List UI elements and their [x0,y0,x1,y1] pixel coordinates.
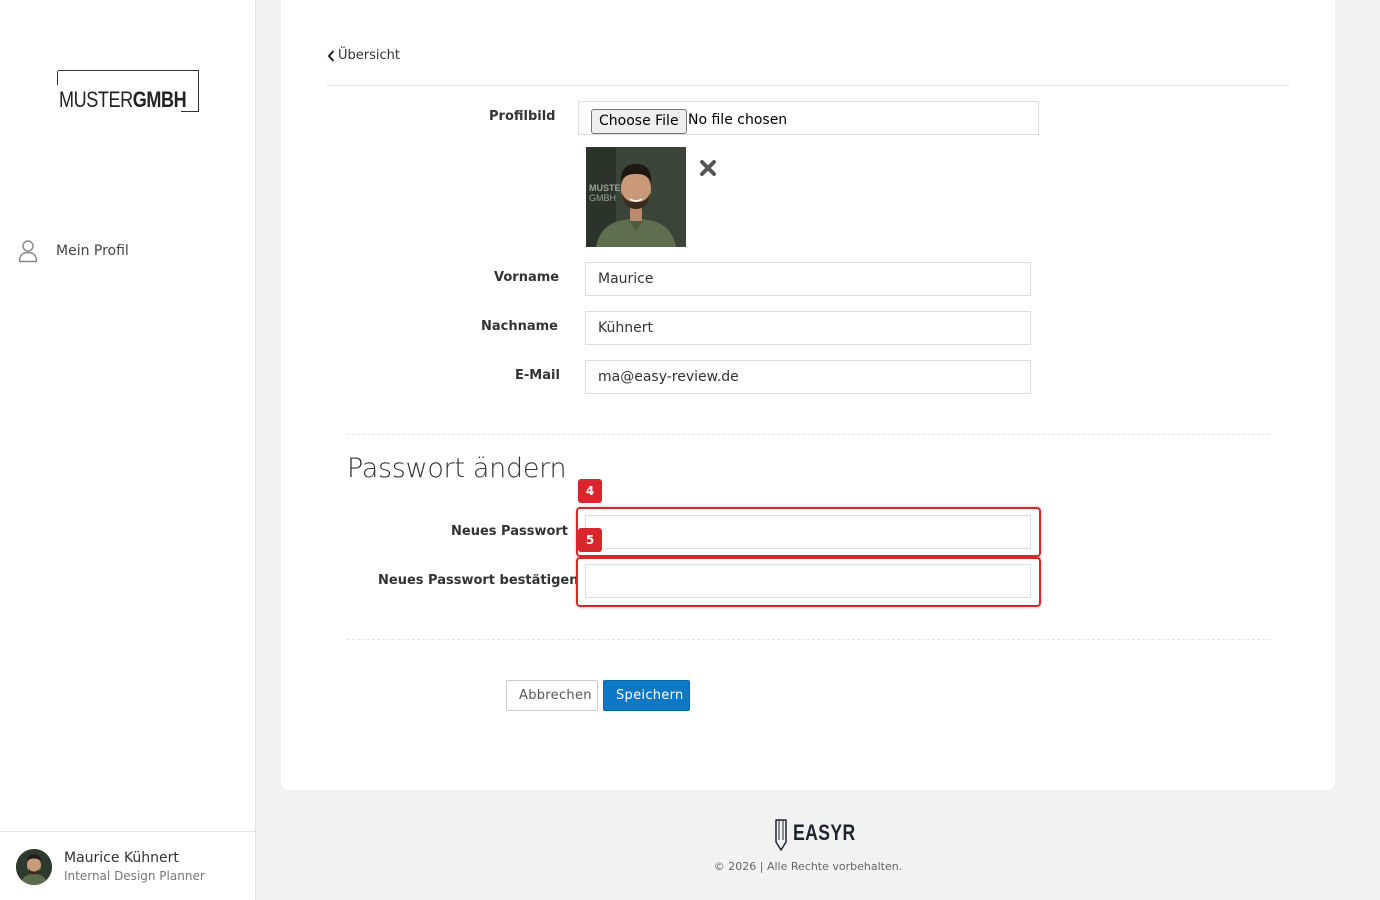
footer-copyright: © 2026 | Alle Rechte vorbehalten. [713,860,903,873]
logo-text-part1: MUSTER [59,87,133,112]
chevron-left-icon [327,49,335,62]
section-divider [347,639,1270,640]
choose-file-button[interactable]: Choose File [591,109,687,134]
cancel-button[interactable]: Abbrechen [506,680,598,711]
svg-text:GMBH: GMBH [589,193,616,203]
firstname-field[interactable] [585,262,1031,296]
file-status: No file chosen [688,112,788,128]
password-section-title: Passwort ändern [347,453,567,484]
sidebar-item-label: Mein Profil [56,243,129,259]
save-button[interactable]: Speichern [603,680,690,711]
lastname-field[interactable] [585,311,1031,345]
vorname-label: Vorname [494,270,560,285]
divider [327,85,1289,86]
back-link-label: Übersicht [338,48,400,63]
file-input[interactable]: Choose File No file chosen [578,101,1039,135]
user-icon [18,239,38,263]
annotation-badge-5: 5 [578,528,602,552]
nachname-label: Nachname [481,319,559,334]
remove-photo-icon[interactable] [698,158,718,178]
email-label: E-Mail [515,368,560,383]
sidebar-item-mein-profil[interactable]: Mein Profil [18,238,129,264]
profile-photo: MUSTER GMBH [586,147,686,247]
sidebar: MUSTERGMBH Mein Profil Maurice Kühnert I… [0,0,256,900]
annotation-badge-4: 4 [578,479,602,503]
footer-brand: EASYR [793,820,856,845]
profile-card: Übersicht Profilbild Choose File No file… [281,0,1335,790]
back-link[interactable]: Übersicht [327,48,400,63]
profilbild-label: Profilbild [489,109,556,124]
confirm-password-field[interactable] [585,564,1031,598]
section-divider [347,434,1270,435]
company-logo[interactable]: MUSTERGMBH [57,70,199,113]
new-password-label: Neues Passwort [451,524,569,539]
logo-text-part2: GMBH [132,87,187,112]
email-field[interactable] [585,360,1031,394]
logo-text: MUSTERGMBH [59,87,187,112]
new-password-field[interactable] [585,515,1031,549]
confirm-password-label: Neues Passwort bestätigen [378,573,579,588]
